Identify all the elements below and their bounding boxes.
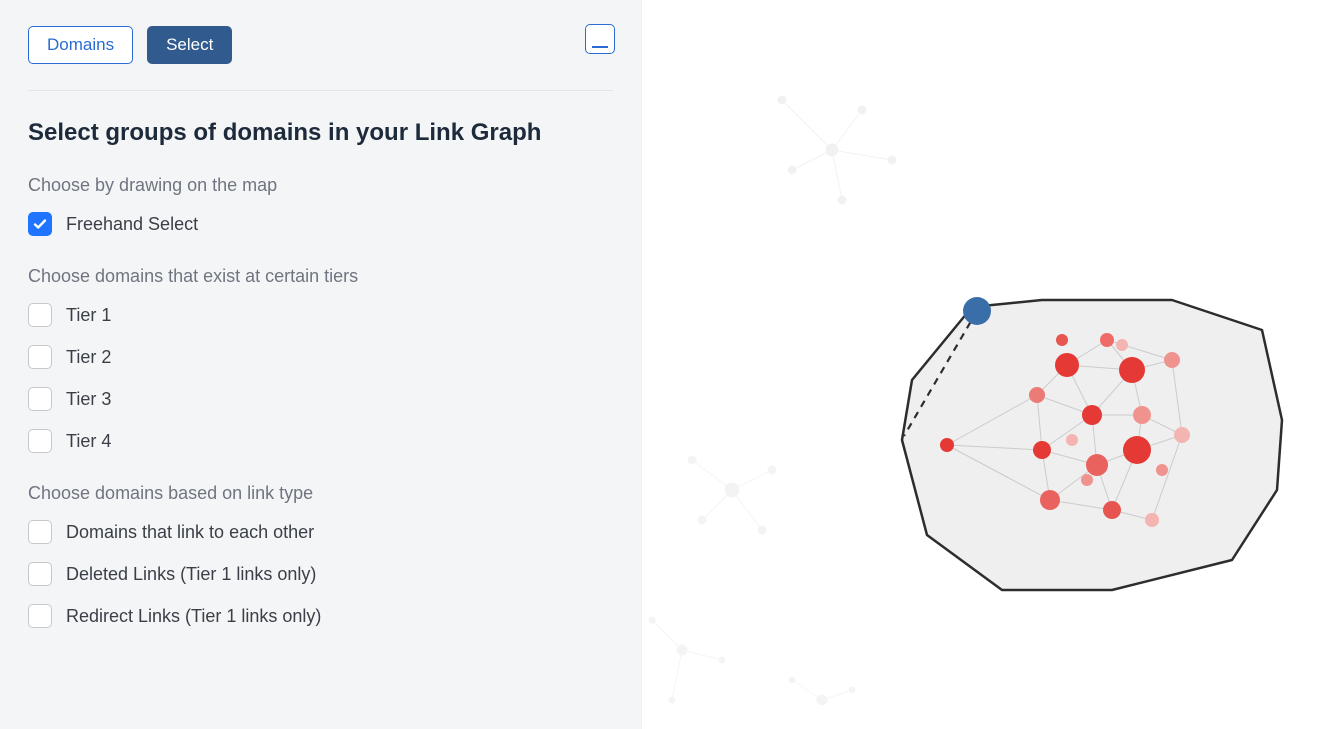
- option-deleted-links-row: Deleted Links (Tier 1 links only): [28, 562, 613, 586]
- graph-node[interactable]: [1133, 406, 1151, 424]
- option-tier2-row: Tier 2: [28, 345, 613, 369]
- option-tier3-row: Tier 3: [28, 387, 613, 411]
- label-tier3: Tier 3: [66, 389, 111, 410]
- checkbox-redirect-links[interactable]: [28, 604, 52, 628]
- origin-node[interactable]: [963, 297, 991, 325]
- section-draw-label: Choose by drawing on the map: [28, 175, 613, 196]
- checkbox-tier2[interactable]: [28, 345, 52, 369]
- graph-node[interactable]: [1029, 387, 1045, 403]
- tab-select[interactable]: Select: [147, 26, 232, 64]
- option-freehand-row: Freehand Select: [28, 212, 613, 236]
- panel-title: Select groups of domains in your Link Gr…: [28, 119, 613, 147]
- graph-svg: [642, 0, 1327, 729]
- checkbox-tier4[interactable]: [28, 429, 52, 453]
- graph-node[interactable]: [1040, 490, 1060, 510]
- checkbox-deleted-links[interactable]: [28, 562, 52, 586]
- graph-node[interactable]: [1156, 464, 1168, 476]
- graph-node[interactable]: [1081, 474, 1093, 486]
- graph-node[interactable]: [1033, 441, 1051, 459]
- graph-node[interactable]: [1174, 427, 1190, 443]
- checkbox-freehand[interactable]: [28, 212, 52, 236]
- option-link-each-other-row: Domains that link to each other: [28, 520, 613, 544]
- selection-hull: [902, 300, 1282, 590]
- graph-node[interactable]: [1123, 436, 1151, 464]
- minimize-icon: [592, 46, 608, 48]
- checkbox-link-each-other[interactable]: [28, 520, 52, 544]
- check-icon: [32, 216, 48, 232]
- bg-cluster-1: [778, 96, 896, 204]
- option-tier1-row: Tier 1: [28, 303, 613, 327]
- label-tier4: Tier 4: [66, 431, 111, 452]
- label-redirect-links: Redirect Links (Tier 1 links only): [66, 606, 321, 627]
- graph-node[interactable]: [1056, 334, 1068, 346]
- graph-node[interactable]: [1100, 333, 1114, 347]
- checkbox-tier1[interactable]: [28, 303, 52, 327]
- tab-domains[interactable]: Domains: [28, 26, 133, 64]
- graph-node[interactable]: [940, 438, 954, 452]
- bg-cluster-2: [688, 456, 776, 534]
- tabs-row: Domains Select: [28, 26, 613, 91]
- bg-cluster-4: [789, 677, 855, 705]
- option-redirect-links-row: Redirect Links (Tier 1 links only): [28, 604, 613, 628]
- label-tier1: Tier 1: [66, 305, 111, 326]
- graph-node[interactable]: [1086, 454, 1108, 476]
- section-linktype-label: Choose domains based on link type: [28, 483, 613, 504]
- section-tiers-label: Choose domains that exist at certain tie…: [28, 266, 613, 287]
- collapse-button[interactable]: [585, 24, 615, 54]
- label-link-each-other: Domains that link to each other: [66, 522, 314, 543]
- graph-node[interactable]: [1055, 353, 1079, 377]
- graph-node[interactable]: [1145, 513, 1159, 527]
- label-deleted-links: Deleted Links (Tier 1 links only): [66, 564, 316, 585]
- bg-cluster-3: [649, 617, 725, 703]
- checkbox-tier3[interactable]: [28, 387, 52, 411]
- graph-canvas[interactable]: [642, 0, 1327, 729]
- graph-node[interactable]: [1066, 434, 1078, 446]
- graph-node[interactable]: [1116, 339, 1128, 351]
- app-root: Domains Select Select groups of domains …: [0, 0, 1327, 729]
- option-tier4-row: Tier 4: [28, 429, 613, 453]
- label-tier2: Tier 2: [66, 347, 111, 368]
- control-panel: Domains Select Select groups of domains …: [0, 0, 642, 729]
- graph-node[interactable]: [1103, 501, 1121, 519]
- graph-node[interactable]: [1119, 357, 1145, 383]
- graph-node[interactable]: [1164, 352, 1180, 368]
- graph-node[interactable]: [1082, 405, 1102, 425]
- label-freehand: Freehand Select: [66, 214, 198, 235]
